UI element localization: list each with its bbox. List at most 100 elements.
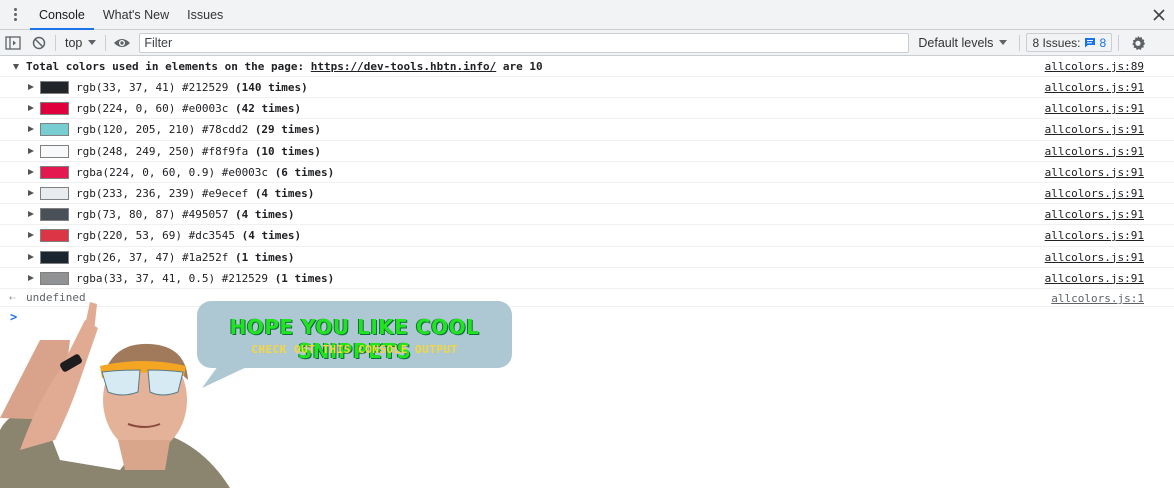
context-select[interactable]: top bbox=[59, 36, 102, 50]
tab-console[interactable]: Console bbox=[30, 0, 94, 30]
color-row[interactable]: rgb(73, 80, 87) #495057 (4 times) allcolo… bbox=[0, 204, 1174, 226]
log-levels-label: Default levels bbox=[918, 35, 994, 50]
expand-triangle-icon[interactable] bbox=[28, 168, 34, 175]
color-swatch bbox=[40, 186, 69, 200]
color-value: rgb(120, 205, 210) #78cdd2 bbox=[76, 123, 249, 137]
color-value: rgba(33, 37, 41, 0.5) #212529 bbox=[76, 271, 269, 285]
source-link[interactable]: allcolors.js:91 bbox=[1045, 229, 1144, 242]
issues-count-value: 8 bbox=[1099, 35, 1107, 50]
color-count: (140 times) bbox=[234, 81, 308, 94]
color-swatch bbox=[40, 229, 69, 243]
speech-bubble: HOPE YOU LIKE COOL SNIPPETS CHECK OUT TH… bbox=[197, 301, 512, 368]
tab-issues[interactable]: Issues bbox=[178, 0, 232, 29]
color-label: rgba(33, 37, 41, 0.5) #212529 (1 times) bbox=[76, 272, 334, 285]
meme-overlay: HOPE YOU LIKE COOL SNIPPETS CHECK OUT TH… bbox=[0, 300, 520, 488]
color-row[interactable]: rgb(248, 249, 250) #f8f9fa (10 times) all… bbox=[0, 141, 1174, 162]
expand-triangle-icon[interactable] bbox=[28, 189, 34, 196]
color-count: (4 times) bbox=[254, 186, 315, 200]
color-count: (42 times) bbox=[234, 102, 302, 116]
color-label: rgb(233, 236, 239) #e9ecef (4 times) bbox=[76, 187, 314, 200]
issues-button[interactable]: 8 Issues: 8 bbox=[1026, 33, 1113, 52]
color-label: rgb(33, 37, 41) #212529 (140 times) bbox=[76, 81, 308, 94]
color-count: (4 times) bbox=[234, 208, 295, 222]
color-value: rgb(26, 37, 47) #1a252f bbox=[76, 250, 229, 264]
group-url-link[interactable]: https://dev-tools.hbtn.info/ bbox=[311, 60, 496, 73]
color-value: rgb(233, 236, 239) #e9ecef bbox=[76, 186, 249, 200]
source-link[interactable]: allcolors.js:91 bbox=[1045, 81, 1144, 94]
expand-triangle-icon[interactable] bbox=[28, 253, 34, 260]
color-label: rgb(26, 37, 47) #1a252f (1 times) bbox=[76, 251, 295, 264]
color-row[interactable]: rgba(224, 0, 60, 0.9) #e0003c (6 times) a… bbox=[0, 162, 1174, 183]
color-count: (10 times) bbox=[254, 144, 322, 158]
color-swatch bbox=[40, 81, 69, 94]
kebab-menu-icon[interactable] bbox=[0, 0, 30, 29]
color-rows: rgb(33, 37, 41) #212529 (140 times) allco… bbox=[0, 77, 1174, 289]
color-swatch bbox=[40, 144, 69, 158]
group-message-suffix: are 10 bbox=[502, 60, 543, 73]
color-row[interactable]: rgb(120, 205, 210) #78cdd2 (29 times) all… bbox=[0, 119, 1174, 141]
color-swatch bbox=[40, 271, 69, 285]
color-value: rgb(33, 37, 41) #212529 bbox=[76, 81, 229, 94]
color-swatch bbox=[40, 123, 69, 137]
source-link[interactable]: allcolors.js:91 bbox=[1045, 145, 1144, 158]
toolbar-divider bbox=[1019, 34, 1021, 51]
source-link[interactable]: allcolors.js:1 bbox=[1051, 292, 1144, 305]
expand-triangle-icon[interactable] bbox=[28, 232, 34, 239]
gear-icon[interactable] bbox=[1125, 30, 1151, 56]
color-swatch bbox=[40, 208, 69, 222]
eye-icon[interactable] bbox=[109, 30, 135, 56]
toolbar-divider bbox=[105, 34, 107, 51]
color-label: rgb(73, 80, 87) #495057 (4 times) bbox=[76, 208, 295, 221]
color-row[interactable]: rgb(233, 236, 239) #e9ecef (4 times) allc… bbox=[0, 183, 1174, 205]
filter-input[interactable] bbox=[139, 32, 910, 53]
expand-triangle-icon[interactable] bbox=[28, 84, 34, 90]
expand-triangle-icon[interactable] bbox=[28, 211, 34, 218]
source-link[interactable]: allcolors.js:91 bbox=[1045, 123, 1144, 136]
close-icon[interactable] bbox=[1144, 0, 1174, 29]
color-row[interactable]: rgba(33, 37, 41, 0.5) #212529 (1 times) a… bbox=[0, 268, 1174, 289]
color-row[interactable]: rgb(224, 0, 60) #e0003c (42 times) allcol… bbox=[0, 98, 1174, 120]
color-count: (6 times) bbox=[274, 165, 335, 179]
color-row[interactable]: rgb(220, 53, 69) #dc3545 (4 times) allcol… bbox=[0, 225, 1174, 247]
color-label: rgb(224, 0, 60) #e0003c (42 times) bbox=[76, 102, 301, 115]
clear-console-icon[interactable] bbox=[26, 30, 52, 56]
sidebar-toggle-icon[interactable] bbox=[0, 30, 26, 56]
color-value: rgb(73, 80, 87) #495057 bbox=[76, 208, 229, 222]
source-link[interactable]: allcolors.js:91 bbox=[1045, 251, 1144, 264]
group-message: Total colors used in elements on the pag… bbox=[26, 60, 543, 73]
log-levels-dropdown[interactable]: Default levels bbox=[918, 35, 1008, 50]
issues-label: 8 Issues: bbox=[1032, 35, 1081, 50]
console-group-header[interactable]: Total colors used in elements on the pag… bbox=[0, 57, 1174, 77]
toolbar-divider bbox=[55, 34, 56, 51]
color-swatch bbox=[40, 250, 69, 264]
color-value: rgb(248, 249, 250) #f8f9fa bbox=[76, 144, 249, 158]
expand-triangle-icon[interactable] bbox=[28, 126, 34, 133]
source-link[interactable]: allcolors.js:91 bbox=[1045, 272, 1144, 285]
color-count: (29 times) bbox=[254, 123, 322, 137]
chevron-down-icon bbox=[88, 40, 97, 45]
color-label: rgb(120, 205, 210) #78cdd2 (29 times) bbox=[76, 123, 321, 136]
toolbar-divider bbox=[1118, 34, 1120, 51]
tab-whats-new[interactable]: What's New bbox=[94, 0, 178, 29]
expand-triangle-icon[interactable] bbox=[28, 105, 34, 112]
source-link[interactable]: allcolors.js:91 bbox=[1045, 208, 1144, 221]
console-output: Total colors used in elements on the pag… bbox=[0, 57, 1174, 324]
source-link[interactable]: allcolors.js:89 bbox=[1045, 60, 1144, 73]
expand-triangle-icon[interactable] bbox=[28, 147, 34, 154]
group-message-prefix: Total colors used in elements on the pag… bbox=[26, 60, 305, 73]
color-swatch bbox=[40, 102, 69, 116]
color-label: rgb(220, 53, 69) #dc3545 (4 times) bbox=[76, 229, 301, 242]
source-link[interactable]: allcolors.js:91 bbox=[1045, 166, 1144, 179]
color-value: rgba(224, 0, 60, 0.9) #e0003c bbox=[76, 165, 269, 179]
color-row[interactable]: rgb(33, 37, 41) #212529 (140 times) allco… bbox=[0, 77, 1174, 99]
color-row[interactable]: rgb(26, 37, 47) #1a252f (1 times) allcolo… bbox=[0, 247, 1174, 268]
color-label: rgba(224, 0, 60, 0.9) #e0003c (6 times) bbox=[76, 166, 334, 179]
chevron-down-icon bbox=[999, 40, 1008, 45]
expand-triangle-icon[interactable] bbox=[13, 64, 19, 70]
context-select-value: top bbox=[65, 35, 83, 50]
source-link[interactable]: allcolors.js:91 bbox=[1045, 187, 1144, 200]
console-toolbar: top Default levels 8 Issues: 8 bbox=[0, 30, 1174, 56]
color-value: rgb(224, 0, 60) #e0003c bbox=[76, 102, 229, 116]
source-link[interactable]: allcolors.js:91 bbox=[1045, 102, 1144, 115]
expand-triangle-icon[interactable] bbox=[28, 274, 34, 281]
